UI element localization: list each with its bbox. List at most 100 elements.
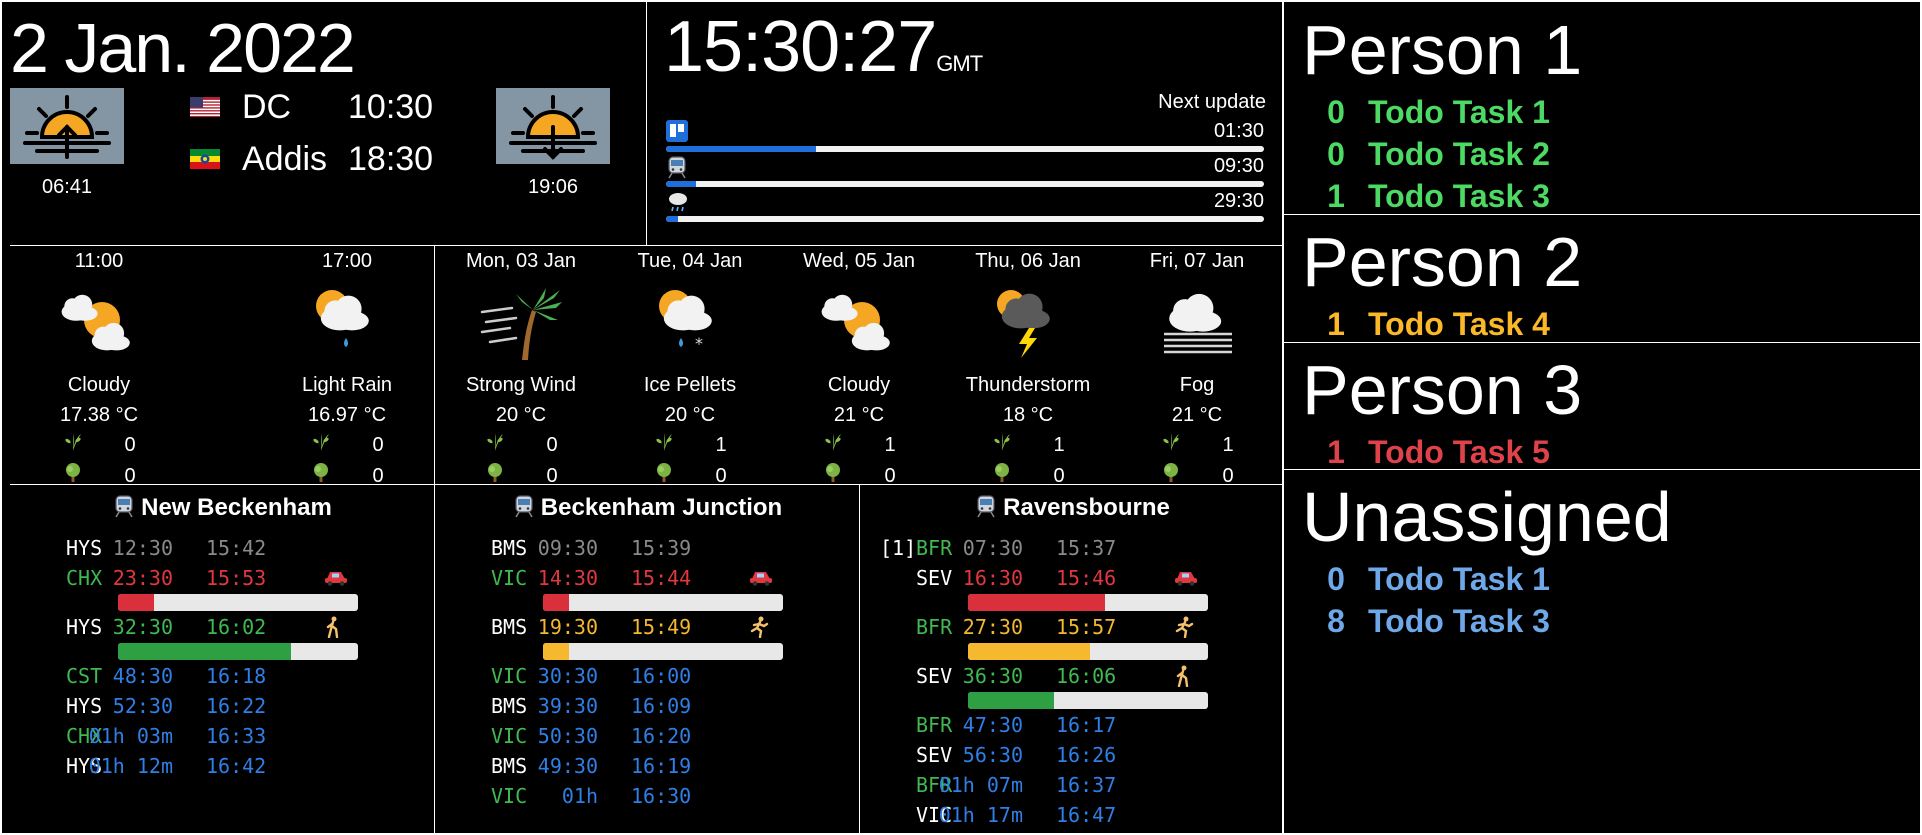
weather-column: 11:00 Cloudy 17.38 °C 0 0 [14, 248, 184, 492]
departure-time: 16:26 [1056, 743, 1117, 767]
destination-code: HYS [66, 694, 103, 718]
train-icon [975, 494, 997, 525]
pollen-row: 1 [1112, 430, 1282, 461]
departure-row: HYS 12:30 15:42 [10, 536, 435, 562]
pollen-value: 0 [124, 434, 136, 456]
station-header: New Beckenham [10, 494, 435, 525]
us-flag-icon [190, 97, 220, 117]
grass-icon [310, 430, 332, 461]
train-icon [666, 155, 688, 184]
update-time: 01:30 [1213, 120, 1264, 142]
departure-time: 15:42 [206, 536, 267, 560]
todo-task[interactable]: 0 Todo Task 2 [1314, 134, 1550, 174]
weather-time: 17:00 [321, 250, 373, 272]
weather-column: Fri, 07 Jan Fog 21 °C 1 0 [1112, 248, 1282, 492]
task-count: 0 [1327, 94, 1345, 130]
departure-time: 15:57 [1056, 615, 1117, 639]
departure-row: BFR 27:30 15:57 [860, 615, 1285, 641]
todo-task[interactable]: 1 Todo Task 3 [1314, 176, 1550, 216]
leave-progress-bar [543, 643, 783, 660]
grass-icon [484, 430, 506, 461]
divider [1282, 0, 1284, 835]
weather-description: Ice Pellets [643, 374, 737, 396]
destination-code: BFR [916, 615, 953, 639]
todo-task[interactable]: 0 Todo Task 1 [1314, 559, 1550, 599]
partly-cloudy-icon [14, 274, 184, 370]
station-header: Beckenham Junction [435, 494, 860, 525]
destination-code: SEV [916, 566, 953, 590]
update-progress-fill [666, 146, 816, 152]
todo-task[interactable]: 0 Todo Task 1 [1314, 92, 1550, 132]
destination-code: BMS [491, 754, 528, 778]
departure-time: 16:22 [206, 694, 267, 718]
task-count: 8 [1327, 603, 1345, 639]
pollen-row: 0 [1112, 461, 1282, 492]
update-progress-fill [666, 181, 696, 187]
departure-time: 16:42 [206, 754, 267, 778]
wait-time: 01h [561, 784, 598, 808]
weather-temperature: 21 °C [833, 404, 885, 426]
departure-time: 15:39 [631, 536, 692, 560]
divider [0, 0, 2, 835]
pollen-row: 0 [605, 461, 775, 492]
pollen-value: 0 [715, 465, 727, 487]
leave-progress-fill [968, 594, 1105, 611]
weather-column: 17:00 Light Rain 16.97 °C 0 0 [262, 248, 432, 492]
weather-temperature: 20 °C [495, 404, 547, 426]
destination-code: HYS [66, 536, 103, 560]
walk-icon [1174, 665, 1192, 692]
weather-time: Tue, 04 Jan [637, 250, 743, 272]
leave-progress-bar [968, 594, 1208, 611]
pollen-row: 0 [262, 461, 432, 492]
departure-row: VIC 50:30 16:20 [435, 724, 860, 750]
todo-task[interactable]: 8 Todo Task 3 [1314, 601, 1550, 641]
todo-task[interactable]: 1 Todo Task 5 [1314, 432, 1550, 472]
wait-time: 56:30 [962, 743, 1023, 767]
tree-icon [62, 461, 84, 492]
wait-time: 16:30 [962, 566, 1023, 590]
leave-progress-fill [543, 643, 570, 660]
tree-icon [310, 461, 332, 492]
departure-row: HYS 52:30 16:22 [10, 694, 435, 720]
departure-time: 16:30 [631, 784, 692, 808]
leave-progress-fill [118, 643, 291, 660]
weather-column: Mon, 03 Jan Strong Wind 20 °C 0 0 [436, 248, 606, 492]
departure-time: 16:37 [1056, 773, 1117, 797]
update-progress-bar [666, 181, 1264, 187]
wait-time: 01h 17m [938, 803, 1023, 827]
task-name: Todo Task 1 [1368, 561, 1550, 597]
weather-time: Fri, 07 Jan [1149, 250, 1245, 272]
pollen-row: 1 [605, 430, 775, 461]
wait-time: 01h 12m [88, 754, 173, 778]
destination-code: BFR [916, 536, 953, 560]
departure-time: 16:18 [206, 664, 267, 688]
weather-column: Tue, 04 Jan * Ice Pellets 20 °C 1 0 [605, 248, 775, 492]
pollen-value: 1 [884, 434, 896, 456]
destination-code: BFR [916, 713, 953, 737]
timezone-row: Addis 18:30 [190, 138, 440, 180]
pollen-value: 0 [372, 434, 384, 456]
leave-progress-bar [968, 643, 1208, 660]
car-icon [324, 567, 348, 591]
pollen-value: 1 [715, 434, 727, 456]
departure-time: 16:33 [206, 724, 267, 748]
walk-icon [324, 616, 342, 643]
wait-time: 19:30 [537, 615, 598, 639]
run-icon [1174, 616, 1194, 643]
car-icon [1174, 567, 1198, 591]
destination-code: VIC [491, 724, 528, 748]
destination-code: SEV [916, 743, 953, 767]
task-count: 1 [1327, 306, 1345, 342]
light-rain-icon [262, 274, 432, 370]
timezone-time: 18:30 [348, 140, 434, 178]
departure-time: 15:49 [631, 615, 692, 639]
pollen-row: 0 [436, 430, 606, 461]
wait-time: 01h 07m [938, 773, 1023, 797]
pollen-value: 0 [1053, 465, 1065, 487]
departure-row: [1] BFR 07:30 15:37 [860, 536, 1285, 562]
wait-time: 39:30 [537, 694, 598, 718]
todo-task[interactable]: 1 Todo Task 4 [1314, 304, 1550, 344]
destination-code: BMS [491, 694, 528, 718]
update-progress-bar [666, 216, 1264, 222]
weather-temperature: 16.97 °C [307, 404, 387, 426]
